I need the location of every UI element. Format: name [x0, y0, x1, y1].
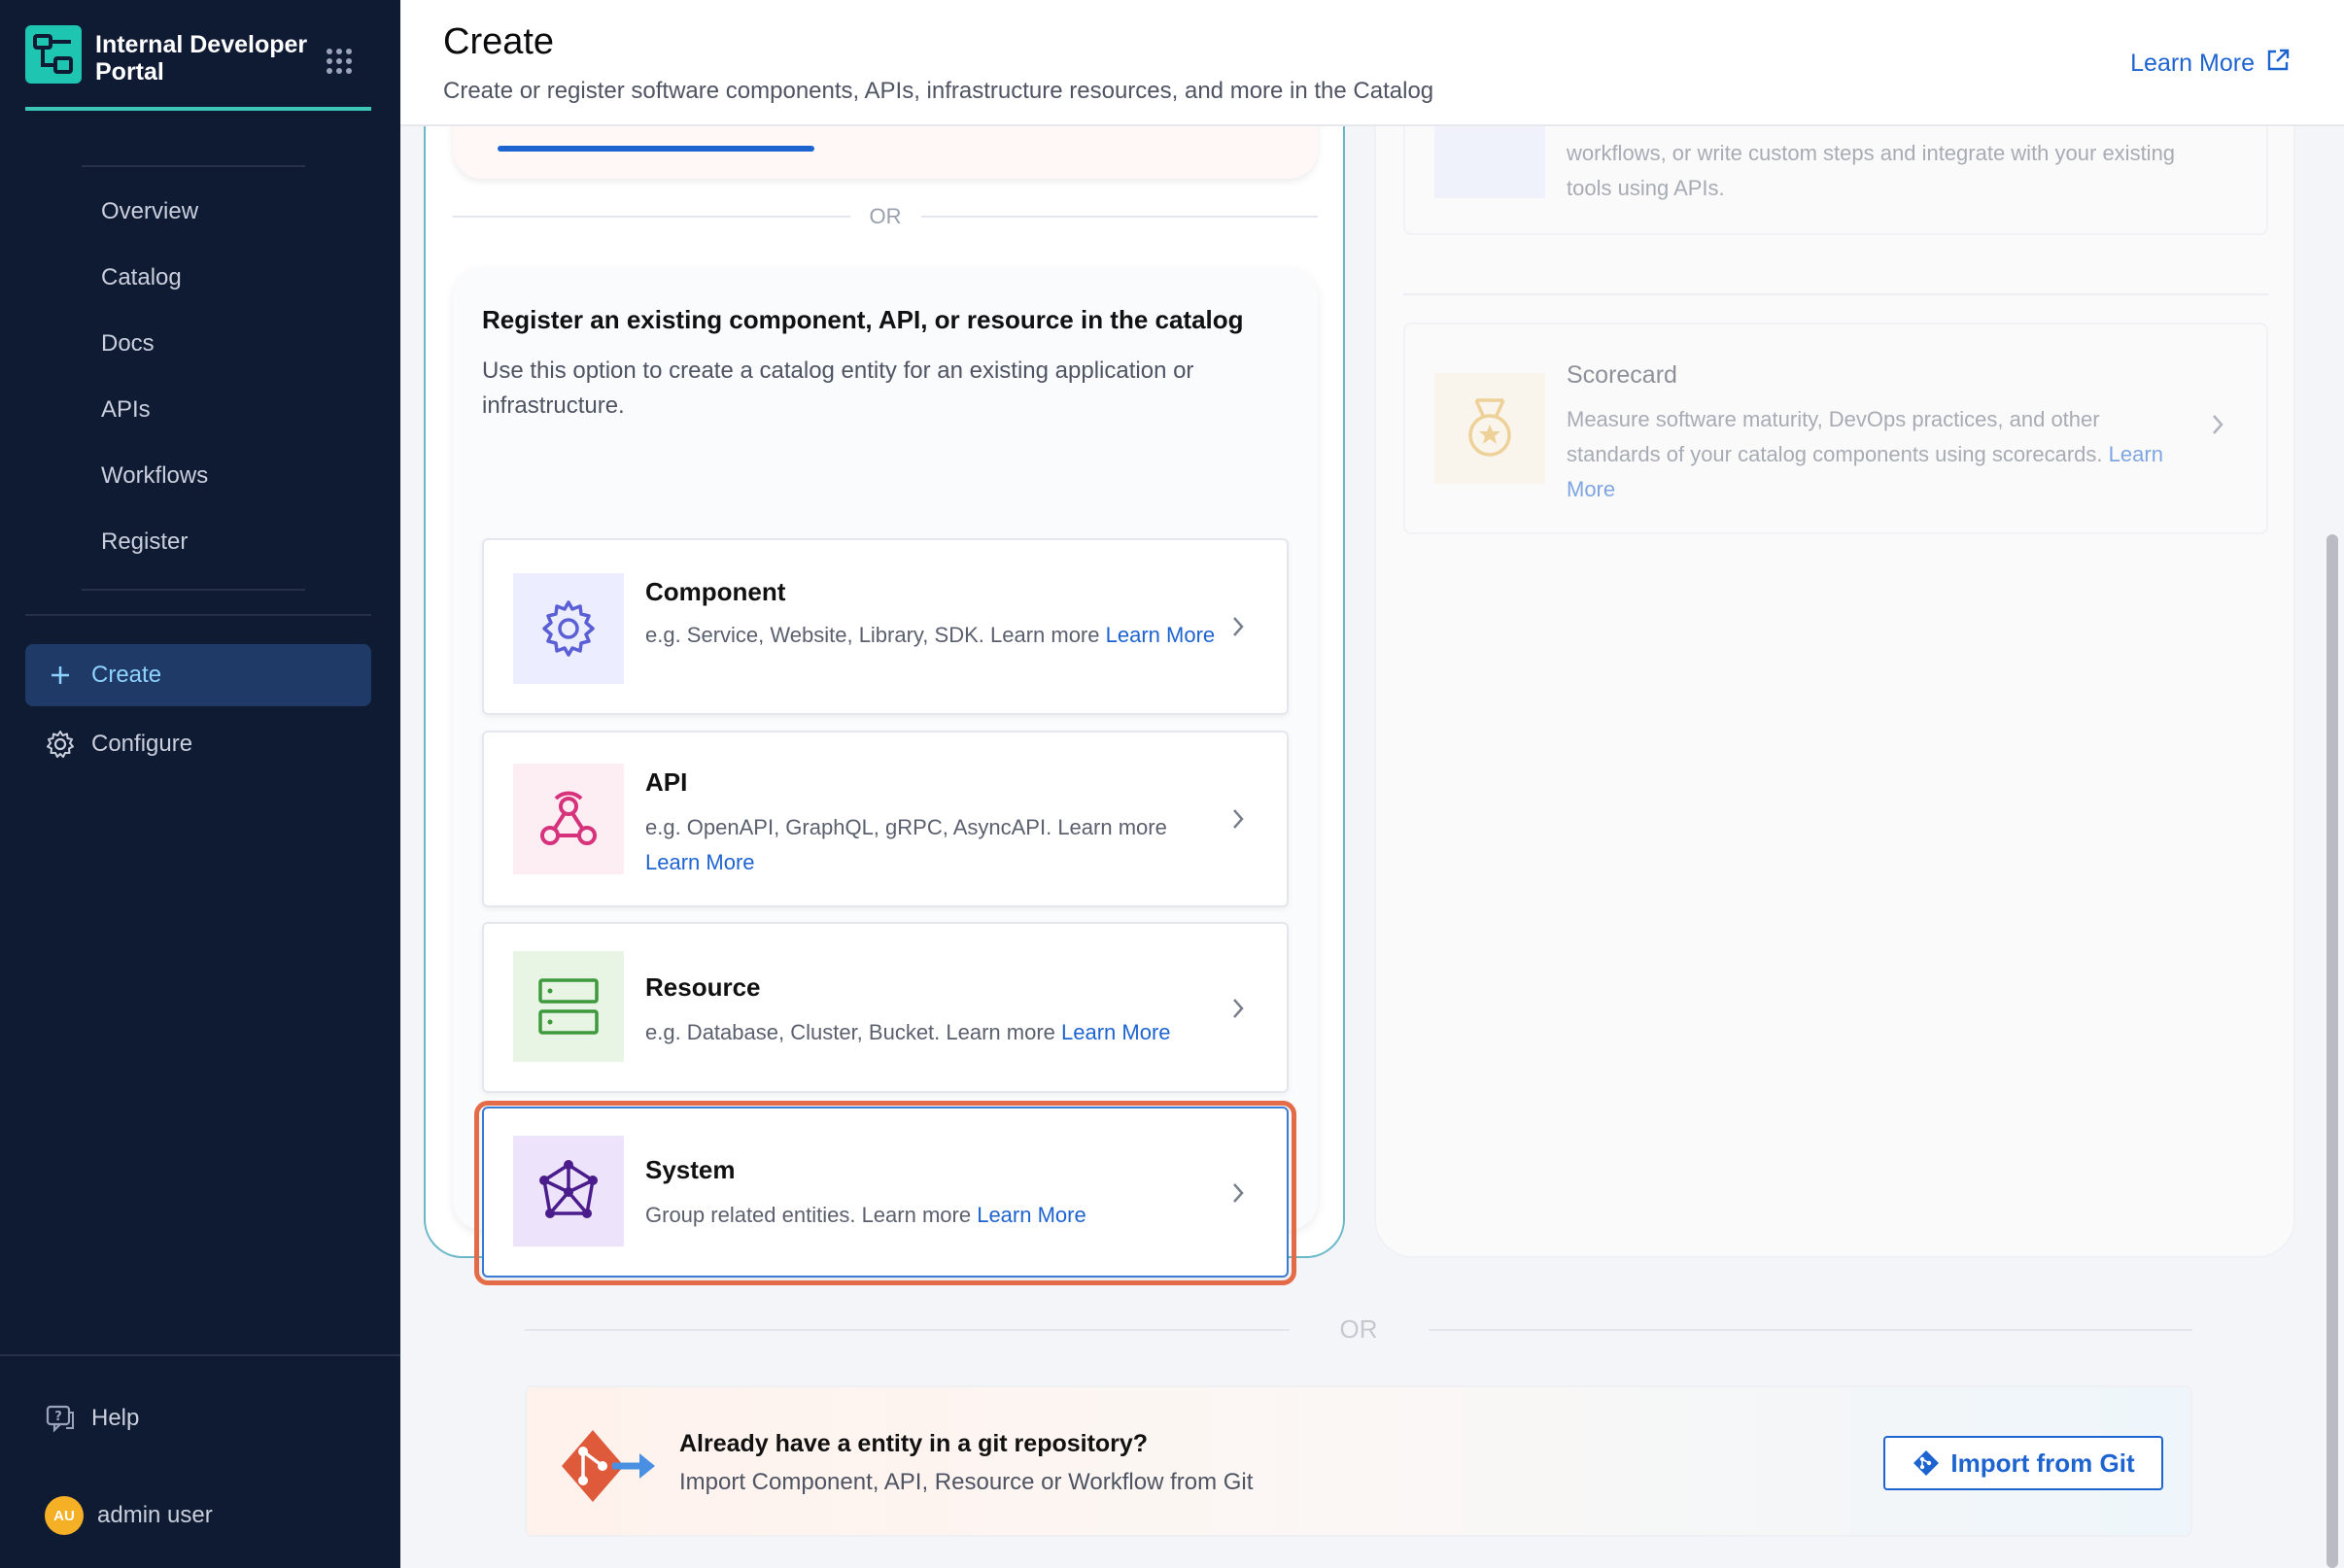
scorecard-description: Measure software maturity, DevOps practi…	[1567, 407, 2163, 501]
import-label: Import from Git	[1950, 1448, 2135, 1478]
workflows-icon	[1434, 126, 1545, 198]
workflows-description: workflows, or write custom steps and int…	[1567, 141, 2176, 200]
svg-text:?: ?	[54, 1410, 62, 1424]
register-section: Register an existing component, API, or …	[453, 268, 1318, 1285]
component-title: Component	[645, 577, 786, 606]
chevron-right-icon	[1230, 996, 1246, 1026]
api-description: e.g. OpenAPI, GraphQL, gRPC, AsyncAPI. L…	[645, 815, 1167, 874]
sidebar-item-create[interactable]: Create	[25, 644, 371, 706]
brand[interactable]: Internal Developer Portal	[25, 25, 371, 111]
api-learn-more-link[interactable]: Learn More	[645, 850, 755, 874]
avatar: AU	[45, 1496, 84, 1535]
user-name: admin user	[97, 1502, 213, 1528]
sidebar-nav: Overview Catalog Docs APIs Workflows Reg…	[82, 165, 305, 591]
component-gear-icon	[513, 573, 624, 684]
chevron-right-icon	[1230, 614, 1246, 644]
resource-card[interactable]: Resource e.g. Database, Cluster, Bucket.…	[482, 922, 1289, 1093]
sidebar-item-label: Help	[91, 1405, 140, 1431]
page-header: Create Create or register software compo…	[400, 0, 2344, 126]
plus-icon	[45, 660, 76, 691]
git-icon	[1912, 1449, 1941, 1478]
sidebar-item-label: Create	[91, 662, 162, 688]
other-options-panel: workflows, or write custom steps and int…	[1374, 126, 2295, 1258]
right-divider	[1403, 293, 2268, 295]
or-divider-bottom: OR	[525, 1314, 2192, 1345]
git-description: Import Component, API, Resource or Workf…	[679, 1469, 1254, 1495]
workflows-card[interactable]: workflows, or write custom steps and int…	[1403, 126, 2268, 235]
portal-logo-icon	[25, 25, 82, 84]
sidebar-item-overview[interactable]: Overview	[82, 179, 305, 245]
component-card[interactable]: Component e.g. Service, Website, Library…	[482, 538, 1289, 715]
system-description: Group related entities. Learn more Learn…	[645, 1203, 1086, 1227]
learn-more-label: Learn More	[2130, 50, 2255, 77]
resource-description: e.g. Database, Cluster, Bucket. Learn mo…	[645, 1020, 1171, 1044]
sidebar-item-docs[interactable]: Docs	[82, 311, 305, 377]
scaffold-button-edge[interactable]	[498, 146, 814, 152]
brand-title: Internal Developer Portal	[95, 31, 308, 85]
create-options-panel: OR Register an existing component, API, …	[424, 126, 1345, 1285]
page-subtitle: Create or register software components, …	[443, 78, 1434, 104]
sidebar-divider	[25, 614, 371, 616]
scorecard-title: Scorecard	[1567, 361, 1677, 389]
sidebar-item-help[interactable]: ? Help	[25, 1387, 371, 1449]
scrollbar[interactable]	[2321, 126, 2344, 1568]
chevron-right-icon	[1230, 806, 1246, 836]
sidebar-item-label: Configure	[91, 731, 193, 757]
scrollbar-thumb[interactable]	[2327, 534, 2338, 1568]
external-link-icon	[2264, 47, 2292, 81]
component-learn-more-link[interactable]: Learn More	[1106, 623, 1216, 647]
resource-learn-more-link[interactable]: Learn More	[1061, 1020, 1171, 1044]
register-title: Register an existing component, API, or …	[482, 305, 1244, 334]
page-title: Create	[443, 21, 555, 62]
sidebar-item-register[interactable]: Register	[82, 509, 305, 575]
app-grid-icon[interactable]	[325, 47, 354, 76]
git-import-icon	[554, 1422, 661, 1510]
sidebar-item-workflows[interactable]: Workflows	[82, 443, 305, 509]
resource-title: Resource	[645, 972, 761, 1002]
medal-icon	[1434, 373, 1545, 484]
import-from-git-section: Already have a entity in a git repositor…	[525, 1385, 2192, 1537]
import-from-git-button[interactable]: Import from Git	[1883, 1436, 2163, 1490]
register-description: Use this option to create a catalog enti…	[482, 358, 1194, 419]
sidebar-bottom-divider	[0, 1354, 400, 1356]
system-network-icon	[513, 1136, 624, 1246]
api-card[interactable]: API e.g. OpenAPI, GraphQL, gRPC, AsyncAP…	[482, 731, 1289, 907]
component-description: e.g. Service, Website, Library, SDK. Lea…	[645, 623, 1216, 647]
help-chat-icon: ?	[45, 1403, 76, 1434]
scaffold-card	[453, 126, 1318, 179]
sidebar: Internal Developer Portal Overview Catal…	[0, 0, 400, 1568]
scorecard-card[interactable]: Scorecard Measure software maturity, Dev…	[1403, 323, 2268, 534]
learn-more-link[interactable]: Learn More	[2130, 47, 2292, 81]
system-card[interactable]: System Group related entities. Learn mor…	[482, 1107, 1289, 1278]
api-webhook-icon	[513, 764, 624, 874]
chevron-right-icon	[2210, 412, 2225, 442]
sidebar-item-catalog[interactable]: Catalog	[82, 245, 305, 311]
git-title: Already have a entity in a git repositor…	[679, 1430, 1149, 1457]
main-content: OR Register an existing component, API, …	[400, 126, 2344, 1568]
sidebar-item-configure[interactable]: Configure	[25, 713, 371, 775]
sidebar-item-apis[interactable]: APIs	[82, 377, 305, 443]
system-title: System	[645, 1155, 736, 1184]
or-divider: OR	[453, 204, 1318, 229]
system-learn-more-link[interactable]: Learn More	[977, 1203, 1086, 1227]
sidebar-user[interactable]: AU admin user	[25, 1484, 371, 1547]
resource-server-icon	[513, 951, 624, 1062]
gear-icon	[45, 729, 76, 760]
chevron-right-icon	[1230, 1180, 1246, 1210]
api-title: API	[645, 767, 688, 797]
